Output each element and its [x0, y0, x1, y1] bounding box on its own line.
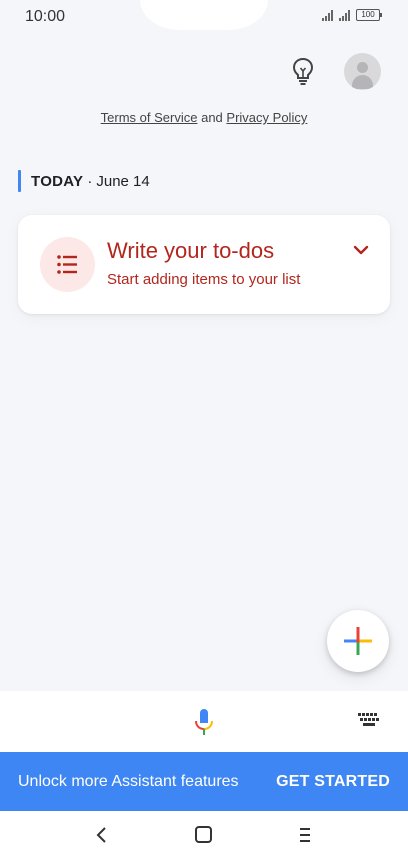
home-icon[interactable]	[194, 826, 214, 844]
today-header: TODAY · June 14	[18, 170, 150, 192]
legal-links: Terms of Service and Privacy Policy	[0, 110, 408, 125]
lightbulb-button[interactable]	[289, 56, 317, 86]
today-accent-bar	[18, 170, 21, 192]
assistant-input-bar	[0, 691, 408, 752]
todo-card-title: Write your to-dos	[107, 238, 275, 263]
get-started-button[interactable]: GET STARTED	[276, 773, 390, 791]
avatar-head	[357, 62, 368, 73]
account-avatar[interactable]	[344, 53, 381, 90]
system-nav-bar	[0, 811, 408, 861]
today-label: TODAY	[31, 172, 84, 190]
signal-icon	[322, 9, 333, 21]
status-icons: 100	[322, 9, 382, 21]
terms-link[interactable]: Terms of Service	[101, 110, 198, 125]
signal-icon	[339, 9, 350, 21]
keyboard-icon[interactable]	[358, 713, 380, 727]
status-time: 10:00	[25, 8, 66, 25]
camera-notch	[140, 0, 268, 30]
upgrade-banner: Unlock more Assistant features GET START…	[0, 752, 408, 811]
chevron-down-icon[interactable]	[352, 243, 370, 257]
privacy-link[interactable]: Privacy Policy	[226, 110, 307, 125]
today-separator: ·	[87, 172, 93, 190]
today-date: June 14	[96, 172, 150, 190]
banner-text: Unlock more Assistant features	[18, 773, 239, 790]
battery-icon: 100	[356, 9, 382, 21]
menu-icon[interactable]	[297, 827, 315, 843]
plus-icon	[344, 627, 372, 655]
legal-and: and	[201, 110, 223, 125]
todo-card-subtitle: Start adding items to your list	[107, 271, 301, 288]
back-icon[interactable]	[94, 826, 110, 844]
add-fab-button[interactable]	[327, 610, 389, 672]
status-bar: 10:00 100	[0, 0, 408, 32]
microphone-icon[interactable]	[193, 707, 215, 737]
todo-card-icon-circle	[40, 237, 95, 292]
todo-card[interactable]: Write your to-dos Start adding items to …	[18, 215, 390, 314]
list-icon	[57, 255, 77, 274]
avatar-body	[352, 75, 373, 89]
lightbulb-icon	[292, 57, 314, 85]
